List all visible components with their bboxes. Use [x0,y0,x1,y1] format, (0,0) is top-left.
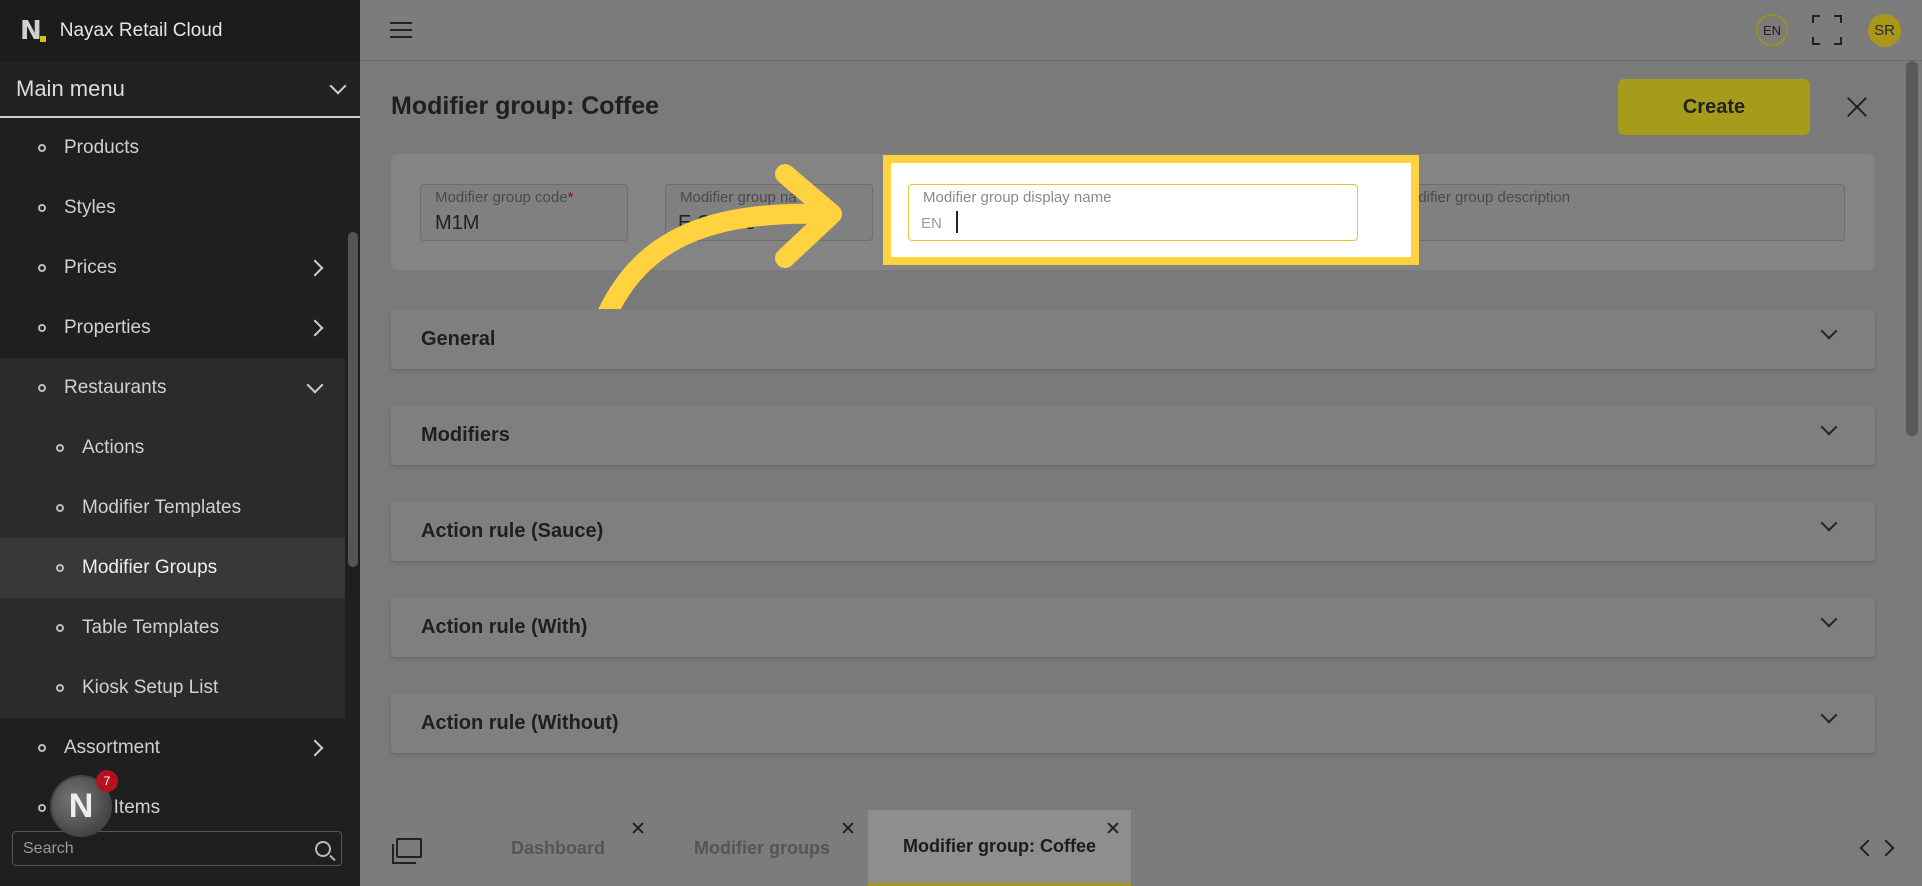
chevron-down-icon [1820,514,1838,532]
fullscreen-icon[interactable] [1812,15,1842,45]
code-label-text: Modifier group code [435,189,568,206]
chevron-right-icon [306,259,324,277]
sidebar-item-table-templates[interactable]: Table Templates [0,598,345,658]
bullet-icon [38,324,46,332]
sidebar-item-label: Restaurants [64,377,167,398]
windows-list-icon[interactable] [392,838,422,864]
page-scrollbar[interactable] [1906,61,1918,436]
modifier-group-description-field[interactable]: odifier group description N [1395,184,1845,241]
bullet-icon [56,504,64,512]
close-tab-icon[interactable] [632,822,644,834]
chevron-down-icon [1820,418,1838,436]
section-action-rule-without[interactable]: Action rule (Without) [391,693,1875,753]
section-modifiers[interactable]: Modifiers [391,405,1875,465]
create-button[interactable]: Create [1618,79,1810,135]
sidebar-item-label: Properties [64,317,151,338]
notification-badge: 7 [96,770,118,792]
chevron-down-icon [1820,706,1838,724]
sidebar-item-label: Table Templates [82,617,219,638]
chevron-down-icon [329,77,347,94]
section-title: General [421,327,496,350]
sidebar-item-label: Modifier Templates [82,497,242,518]
sidebar-item-assortment[interactable]: Assortment [0,718,345,778]
sidebar-item-restaurants[interactable]: Restaurants [0,358,345,418]
chevron-down-icon [1820,610,1838,628]
required-mark: * [567,189,574,206]
hamburger-menu-icon[interactable] [390,22,412,38]
tab-label: Modifier group: Coffee [903,836,1096,856]
bullet-icon [56,684,64,692]
section-title: Action rule (With) [421,615,588,638]
tab-label: Modifier groups [694,837,830,858]
bullet-icon [56,624,64,632]
section-action-rule-sauce[interactable]: Action rule (Sauce) [391,501,1875,561]
close-tab-icon[interactable] [842,822,854,834]
sidebar-item-prices[interactable]: Prices [0,238,345,298]
sidebar: N Nayax Retail Cloud Main menu Products … [0,0,360,886]
text-caret [956,211,958,233]
sidebar-item-label: Modifier Groups [82,557,218,578]
modifier-group-display-name-input[interactable]: Modifier group display name EN [908,184,1358,241]
display-name-language-prefix: EN [921,215,942,232]
tab-modifier-group-coffee[interactable]: Modifier group: Coffee [868,810,1131,886]
field-label: Modifier group code* [435,189,573,206]
search-placeholder: Search [23,839,74,857]
sidebar-item-kiosk-setup-list[interactable]: Kiosk Setup List [0,658,345,718]
search-icon[interactable] [315,840,331,857]
chevron-right-icon [306,739,324,757]
bullet-icon [38,744,46,752]
bullet-icon [56,444,64,452]
bullet-icon [38,144,46,152]
bullet-icon [38,264,46,272]
bullet-icon [56,564,64,572]
sidebar-search-input[interactable]: Search [12,831,342,866]
sidebar-item-properties[interactable]: Properties [0,298,345,358]
sidebar-item-label: Assortment [64,737,161,758]
nayax-logo-icon: N [20,15,46,46]
chevron-right-icon [306,319,324,337]
chevron-down-icon [1820,322,1838,340]
sidebar-item-label: Styles [64,197,116,218]
tab-modifier-groups[interactable]: Modifier groups [658,810,866,886]
section-title: Action rule (Without) [421,711,619,734]
main-menu-toggle[interactable]: Main menu [0,61,360,118]
sidebar-scrollbar[interactable] [348,232,358,567]
brand-header: N Nayax Retail Cloud [0,0,360,61]
sidebar-menu: Products Styles Prices Properties Restau… [0,118,345,818]
user-avatar[interactable]: SR [1868,14,1901,47]
page-title: Modifier group: Coffee [391,92,660,120]
close-tab-icon[interactable] [1107,822,1119,834]
tab-label: Dashboard [510,837,606,858]
section-action-rule-with[interactable]: Action rule (With) [391,597,1875,657]
bullet-icon [38,384,46,392]
code-value: M1M [435,212,480,234]
bullet-icon [38,204,46,212]
section-title: Modifiers [421,423,510,446]
section-title: Action rule (Sauce) [421,519,604,542]
sidebar-item-label: Products [64,137,139,158]
sidebar-item-modifier-groups[interactable]: Modifier Groups [0,538,345,598]
sidebar-item-modifier-templates[interactable]: Modifier Templates [0,478,345,538]
sidebar-item-styles[interactable]: Styles [0,178,345,238]
chevron-down-icon [306,376,324,394]
assistant-logo-icon: N [68,786,94,825]
top-bar [360,0,1922,61]
bullet-icon [38,804,46,812]
description-label: odifier group description [1410,189,1571,206]
language-button[interactable]: EN [1756,14,1788,46]
sidebar-item-label: Prices [64,257,117,278]
close-icon[interactable] [1845,95,1869,119]
sidebar-item-label: Actions [82,437,145,458]
display-name-label: Modifier group display name [923,189,1112,206]
app-title: Nayax Retail Cloud [59,19,223,41]
sidebar-item-actions[interactable]: Actions [0,418,345,478]
main-menu-label: Main menu [16,75,125,101]
sidebar-item-label: Kiosk Setup List [82,677,219,698]
tab-dashboard[interactable]: Dashboard [460,810,656,886]
sidebar-item-products[interactable]: Products [0,118,345,178]
section-general[interactable]: General [391,309,1875,369]
